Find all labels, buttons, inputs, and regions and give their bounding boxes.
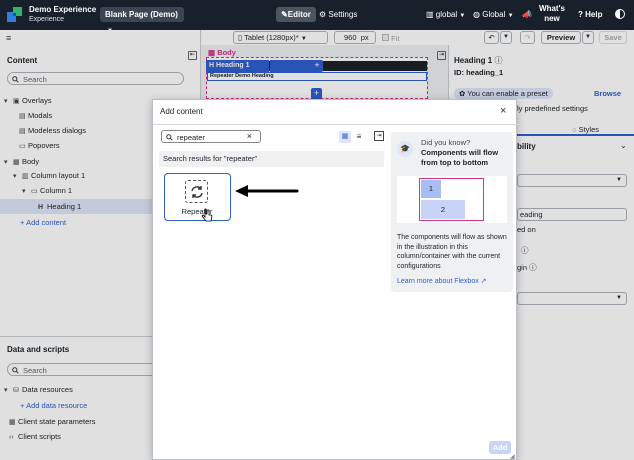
scope-selector-lower[interactable]: ▥ global ▼ (426, 7, 465, 24)
tab-editor[interactable]: ✎Editor (276, 7, 316, 22)
cursor-icon (201, 208, 213, 222)
whats-new-button[interactable]: What's new (536, 4, 568, 24)
pencil-icon: ✎ (281, 10, 288, 19)
search-icon (166, 134, 173, 141)
learn-more-link[interactable]: Learn more about Flexbox ↗ (397, 277, 487, 285)
globe-icon: ◍ (473, 10, 480, 19)
did-you-know: Did you know? (421, 138, 471, 147)
megaphone-icon: 📣 (522, 10, 532, 19)
theme-toggle-icon[interactable] (615, 9, 625, 19)
list-view-icon[interactable]: ≡ (353, 131, 365, 143)
search-value: repeater (177, 133, 205, 142)
repeater-card[interactable]: Repeater (164, 173, 231, 221)
clear-icon[interactable]: × (247, 131, 252, 141)
modal-title: Add content (160, 107, 203, 116)
diagram-item-1: 1 (421, 180, 441, 198)
diagram-item-2: 2 (421, 200, 465, 219)
arrow-icon (235, 185, 299, 197)
close-icon[interactable]: × (500, 105, 506, 117)
add-content-modal: Add content × repeater × ▦ ≡ ⇥ Search re… (152, 99, 518, 460)
external-link-icon: ↗ (480, 278, 487, 285)
app-subtitle: Experience (29, 16, 65, 23)
scope-label: Global (482, 10, 506, 19)
page-selector-label: Blank Page (Demo) (105, 10, 178, 19)
graduation-cap-icon: 🎓 (397, 141, 413, 157)
question-icon: ? (578, 10, 583, 19)
chevron-down-icon: ▼ (507, 13, 514, 19)
collapse-panel-icon[interactable]: ⇥ (374, 131, 384, 141)
scope-lower-label: global (435, 10, 458, 19)
learn-more-label: Learn more about Flexbox (397, 278, 479, 285)
repeater-label: Repeater (181, 207, 213, 216)
info-box: 🎓 Did you know? Components will flow fro… (391, 132, 513, 292)
page-selector[interactable]: Blank Page (Demo) ▼ (100, 7, 184, 34)
tip-title: Components will flow from top to bottom (421, 148, 499, 167)
help-label: Help (585, 10, 603, 19)
grid-view-icon[interactable]: ▦ (339, 131, 351, 143)
scope-selector[interactable]: ◍ Global ▼ (473, 7, 514, 24)
tab-settings-label: Settings (328, 10, 358, 19)
resize-handle-icon[interactable]: ◢ (510, 453, 515, 460)
tab-editor-label: Editor (287, 10, 311, 19)
gear-icon: ⚙ (319, 10, 327, 19)
building-icon: ▥ (426, 10, 434, 19)
app-logo-icon (7, 7, 22, 22)
tab-settings[interactable]: ⚙ Settings (319, 7, 357, 22)
add-button[interactable]: Add (489, 441, 511, 454)
modal-search-input[interactable]: repeater × (161, 130, 261, 143)
app-name: Demo Experience (29, 5, 97, 14)
help-button[interactable]: ? Help (578, 7, 602, 22)
repeater-icon (185, 180, 208, 203)
flow-diagram: 1 2 (397, 176, 507, 223)
modal-divider (153, 124, 518, 125)
results-label: Search results for "repeater" (159, 151, 384, 167)
tip-body: The components will flow as shown in the… (397, 234, 507, 270)
chevron-down-icon: ▼ (459, 13, 466, 19)
